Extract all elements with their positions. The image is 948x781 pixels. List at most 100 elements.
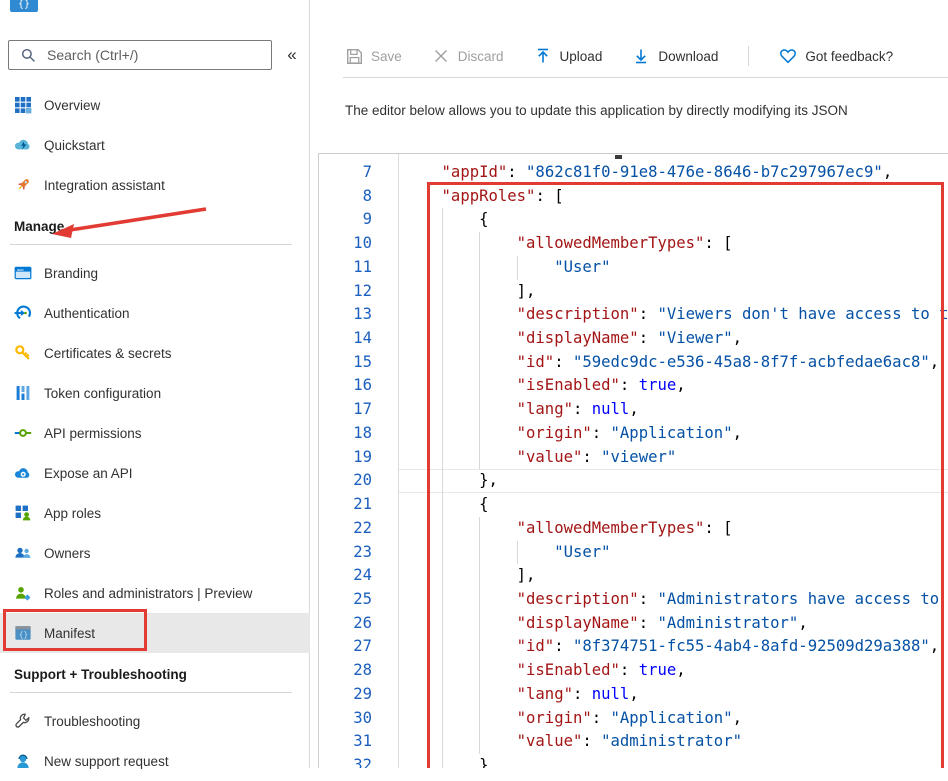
sidebar-item-certificates-secrets[interactable]: Certificates & secrets xyxy=(0,333,310,373)
line-number: 9 xyxy=(319,208,398,232)
svg-text:www: www xyxy=(17,269,24,273)
code-line-23[interactable]: 23"User" xyxy=(319,541,948,565)
sidebar-item-authentication[interactable]: Authentication xyxy=(0,293,310,333)
nav-menu: Overview Quickstart Integration assistant M… xyxy=(0,85,310,781)
roles-administrators-icon xyxy=(14,584,32,602)
code-line-26[interactable]: 26"displayName": "Administrator", xyxy=(319,612,948,636)
line-number: 20 xyxy=(319,469,398,493)
sidebar-item-label: Roles and administrators | Preview xyxy=(44,586,252,601)
code-line-32[interactable]: 32} xyxy=(319,754,948,768)
search-input[interactable] xyxy=(45,46,271,64)
code-line-11[interactable]: 11"User" xyxy=(319,256,948,280)
search-box[interactable] xyxy=(8,40,272,70)
code-line-16[interactable]: 16"isEnabled": true, xyxy=(319,374,948,398)
discard-icon xyxy=(432,47,450,65)
branding-icon: www xyxy=(14,264,32,282)
expose-api-icon xyxy=(14,464,32,482)
code-line-22[interactable]: 22"allowedMemberTypes": [ xyxy=(319,517,948,541)
code-line-17[interactable]: 17"lang": null, xyxy=(319,398,948,422)
line-number: 10 xyxy=(319,232,398,256)
sidebar-item-roles-and-administrators-preview[interactable]: Roles and administrators | Preview xyxy=(0,573,310,613)
code-line-14[interactable]: 14"displayName": "Viewer", xyxy=(319,327,948,351)
code-line-27[interactable]: 27"id": "8f374751-fc55-4ab4-8afd-92509d2… xyxy=(319,635,948,659)
code-line-24[interactable]: 24], xyxy=(319,564,948,588)
save-icon xyxy=(345,47,363,65)
manifest-json-editor[interactable]: 7"appId": "862c81f0-91e8-476e-8646-b7c29… xyxy=(318,153,948,768)
sidebar-item-label: Troubleshooting xyxy=(44,714,140,729)
save-button[interactable]: Save xyxy=(345,47,402,65)
line-number: 28 xyxy=(319,659,398,683)
section-header-manage: Manage xyxy=(0,215,310,239)
sidebar-item-label: Branding xyxy=(44,266,98,281)
sidebar-item-manifest[interactable]: {} Manifest xyxy=(0,613,310,653)
sidebar-item-integration-assistant[interactable]: Integration assistant xyxy=(0,165,310,205)
new-support-request-icon xyxy=(14,752,32,770)
clipped-line-fragment xyxy=(615,155,622,159)
line-number: 8 xyxy=(319,185,398,209)
discard-button[interactable]: Discard xyxy=(432,47,504,65)
sidebar-item-label: App roles xyxy=(44,506,101,521)
token-configuration-icon xyxy=(14,384,32,402)
line-number: 19 xyxy=(319,446,398,470)
upload-button[interactable]: Upload xyxy=(534,47,603,65)
discard-label: Discard xyxy=(458,49,504,64)
sidebar-item-label: Overview xyxy=(44,98,100,113)
line-number: 31 xyxy=(319,730,398,754)
editor-description: The editor below allows you to update th… xyxy=(345,103,948,118)
code-line-15[interactable]: 15"id": "59edc9dc-e536-45a8-8f7f-acbfeda… xyxy=(319,351,948,375)
owners-icon xyxy=(14,544,32,562)
code-line-30[interactable]: 30"origin": "Application", xyxy=(319,707,948,731)
download-button[interactable]: Download xyxy=(632,47,718,65)
search-icon xyxy=(19,46,37,64)
line-number: 30 xyxy=(319,707,398,731)
app-roles-icon xyxy=(14,504,32,522)
sidebar-item-label: Integration assistant xyxy=(44,178,165,193)
line-number: 32 xyxy=(319,754,398,768)
code-line-7[interactable]: 7"appId": "862c81f0-91e8-476e-8646-b7c29… xyxy=(319,161,948,185)
sidebar-item-token-configuration[interactable]: Token configuration xyxy=(0,373,310,413)
sidebar-item-troubleshooting[interactable]: Troubleshooting xyxy=(0,701,310,741)
section-divider xyxy=(10,244,292,245)
sidebar-item-overview[interactable]: Overview xyxy=(0,85,310,125)
sidebar-item-label: Manifest xyxy=(44,626,95,641)
code-line-31[interactable]: 31"value": "administrator" xyxy=(319,730,948,754)
code-line-21[interactable]: 21{ xyxy=(319,493,948,517)
blade-braces-icon: {} xyxy=(10,0,38,12)
code-line-20[interactable]: 20}, xyxy=(319,469,948,493)
sidebar-item-quickstart[interactable]: Quickstart xyxy=(0,125,310,165)
code-lines: 7"appId": "862c81f0-91e8-476e-8646-b7c29… xyxy=(319,161,948,768)
svg-text:{}: {} xyxy=(19,632,28,640)
code-line-29[interactable]: 29"lang": null, xyxy=(319,683,948,707)
code-line-8[interactable]: 8"appRoles": [ xyxy=(319,185,948,209)
sidebar-item-label: Certificates & secrets xyxy=(44,346,172,361)
got-feedback-button[interactable]: Got feedback? xyxy=(779,47,893,65)
line-number: 25 xyxy=(319,588,398,612)
sidebar-item-label: Expose an API xyxy=(44,466,133,481)
upload-label: Upload xyxy=(560,49,603,64)
overview-icon xyxy=(14,96,32,114)
sidebar-item-expose-an-api[interactable]: Expose an API xyxy=(0,453,310,493)
code-line-9[interactable]: 9{ xyxy=(319,208,948,232)
code-line-25[interactable]: 25"description": "Administrators have ac… xyxy=(319,588,948,612)
code-line-18[interactable]: 18"origin": "Application", xyxy=(319,422,948,446)
sidebar-item-label: API permissions xyxy=(44,426,142,441)
toolbar-divider xyxy=(748,46,749,66)
heart-icon xyxy=(779,47,797,65)
sidebar-item-new-support-request[interactable]: New support request xyxy=(0,741,310,781)
sidebar-item-owners[interactable]: Owners xyxy=(0,533,310,573)
line-number: 17 xyxy=(319,398,398,422)
left-nav-blade: {} « Overview Quickstart Integration assis… xyxy=(0,0,310,768)
download-icon xyxy=(632,47,650,65)
code-line-10[interactable]: 10"allowedMemberTypes": [ xyxy=(319,232,948,256)
sidebar-item-label: New support request xyxy=(44,754,169,769)
code-line-28[interactable]: 28"isEnabled": true, xyxy=(319,659,948,683)
got-feedback-label: Got feedback? xyxy=(805,49,893,64)
code-line-19[interactable]: 19"value": "viewer" xyxy=(319,446,948,470)
code-line-12[interactable]: 12], xyxy=(319,280,948,304)
code-line-13[interactable]: 13"description": "Viewers don't have acc… xyxy=(319,303,948,327)
collapse-blade-button[interactable]: « xyxy=(281,44,303,66)
sidebar-item-api-permissions[interactable]: API permissions xyxy=(0,413,310,453)
sidebar-item-app-roles[interactable]: App roles xyxy=(0,493,310,533)
sidebar-item-label: Authentication xyxy=(44,306,130,321)
sidebar-item-branding[interactable]: www Branding xyxy=(0,253,310,293)
